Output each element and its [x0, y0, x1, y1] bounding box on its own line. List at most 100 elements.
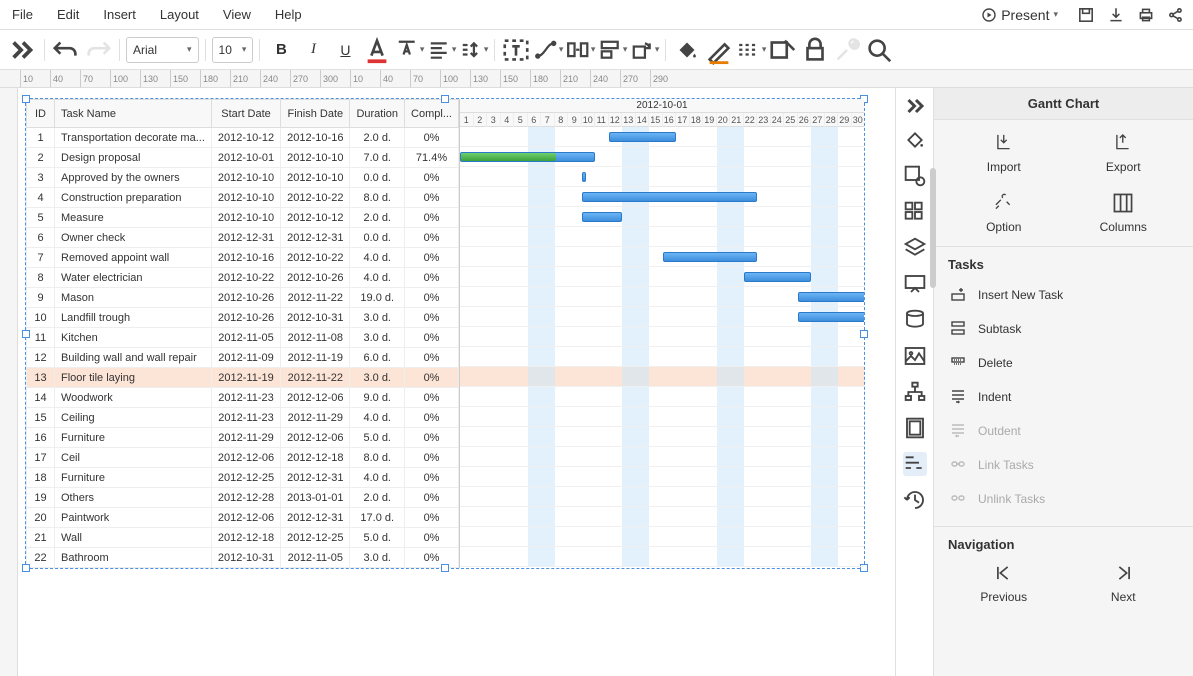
gantt-task-table[interactable]: IDTask NameStart DateFinish DateDuration… — [26, 99, 460, 568]
fill-color-button[interactable] — [672, 35, 702, 65]
canvas[interactable]: IDTask NameStart DateFinish DateDuration… — [0, 88, 895, 676]
col-header[interactable]: Task Name — [55, 100, 212, 128]
menu-help[interactable]: Help — [275, 7, 302, 22]
layers-icon[interactable] — [903, 236, 927, 260]
font-family-select[interactable]: Arial▾ — [126, 37, 199, 63]
fill-tool-icon[interactable] — [903, 128, 927, 152]
table-row[interactable]: 22Bathroom2012-10-312012-11-053.0 d.0% — [27, 548, 459, 568]
database-icon[interactable] — [903, 308, 927, 332]
gantt-row[interactable] — [460, 147, 864, 167]
italic-button[interactable]: I — [298, 35, 328, 65]
col-header[interactable]: Duration — [350, 100, 405, 128]
table-row[interactable]: 16Furniture2012-11-292012-12-065.0 d.0% — [27, 428, 459, 448]
shape-settings-icon[interactable] — [903, 164, 927, 188]
col-header[interactable]: Start Date — [211, 100, 280, 128]
gantt-bar[interactable] — [609, 132, 677, 142]
gantt-bar[interactable] — [744, 272, 812, 282]
print-icon[interactable] — [1137, 6, 1155, 24]
gantt-row[interactable] — [460, 507, 864, 527]
gantt-object[interactable]: IDTask NameStart DateFinish DateDuration… — [25, 98, 865, 569]
gantt-row[interactable] — [460, 427, 864, 447]
gantt-row[interactable] — [460, 407, 864, 427]
bold-button[interactable]: B — [266, 35, 296, 65]
page-icon[interactable] — [903, 416, 927, 440]
resize-handle[interactable] — [22, 330, 30, 338]
checkbox-tool-button[interactable] — [768, 35, 798, 65]
delete-button[interactable]: Delete — [940, 346, 1187, 380]
align-objects-button[interactable]: ▾ — [597, 35, 627, 65]
table-row[interactable]: 7Removed appoint wall2012-10-162012-10-2… — [27, 248, 459, 268]
line-color-button[interactable] — [704, 35, 734, 65]
table-row[interactable]: 9Mason2012-10-262012-11-2219.0 d.0% — [27, 288, 459, 308]
present-button[interactable]: Present ▾ — [974, 4, 1065, 26]
text-box-button[interactable] — [501, 35, 531, 65]
redo-button[interactable] — [83, 35, 113, 65]
save-icon[interactable] — [1077, 6, 1095, 24]
table-row[interactable]: 21Wall2012-12-182012-12-255.0 d.0% — [27, 528, 459, 548]
next-button[interactable]: Next — [1088, 562, 1158, 604]
text-align-button[interactable]: ▾ — [426, 35, 456, 65]
insert-new-task-button[interactable]: Insert New Task — [940, 278, 1187, 312]
table-row[interactable]: 5Measure2012-10-102012-10-122.0 d.0% — [27, 208, 459, 228]
lock-button[interactable] — [800, 35, 830, 65]
search-button[interactable] — [864, 35, 894, 65]
tools-button[interactable] — [832, 35, 862, 65]
resize-handle[interactable] — [441, 564, 449, 572]
col-header[interactable]: Compl... — [405, 100, 459, 128]
gantt-bar[interactable] — [798, 292, 865, 302]
columns-button[interactable]: Columns — [1088, 192, 1158, 234]
grid-icon[interactable] — [903, 200, 927, 224]
resize-handle[interactable] — [22, 95, 30, 103]
rotate-button[interactable]: ▾ — [629, 35, 659, 65]
side-scrollbar[interactable] — [930, 168, 936, 288]
gantt-bar[interactable] — [582, 172, 586, 182]
table-row[interactable]: 2Design proposal2012-10-012012-10-107.0 … — [27, 148, 459, 168]
line-style-button[interactable]: ▾ — [736, 35, 766, 65]
gantt-row[interactable] — [460, 527, 864, 547]
gantt-row[interactable] — [460, 347, 864, 367]
menu-layout[interactable]: Layout — [160, 7, 199, 22]
table-row[interactable]: 13Floor tile laying2012-11-192012-11-223… — [27, 368, 459, 388]
table-row[interactable]: 4Construction preparation2012-10-102012-… — [27, 188, 459, 208]
table-row[interactable]: 12Building wall and wall repair2012-11-0… — [27, 348, 459, 368]
gantt-row[interactable] — [460, 207, 864, 227]
previous-button[interactable]: Previous — [969, 562, 1039, 604]
table-row[interactable]: 8Water electrician2012-10-222012-10-264.… — [27, 268, 459, 288]
download-icon[interactable] — [1107, 6, 1125, 24]
indent-button[interactable]: Indent — [940, 380, 1187, 414]
history-icon[interactable] — [903, 488, 927, 512]
gantt-row[interactable] — [460, 267, 864, 287]
table-row[interactable]: 1Transportation decorate ma...2012-10-12… — [27, 128, 459, 148]
gantt-row[interactable] — [460, 327, 864, 347]
menu-file[interactable]: File — [12, 7, 33, 22]
gantt-bar[interactable] — [798, 312, 865, 322]
expand-toolbar-button[interactable] — [8, 35, 38, 65]
gantt-row[interactable] — [460, 447, 864, 467]
table-row[interactable]: 17Ceil2012-12-062012-12-188.0 d.0% — [27, 448, 459, 468]
line-spacing-button[interactable]: ▾ — [458, 35, 488, 65]
gantt-icon[interactable] — [903, 452, 927, 476]
resize-handle[interactable] — [441, 95, 449, 103]
table-row[interactable]: 14Woodwork2012-11-232012-12-069.0 d.0% — [27, 388, 459, 408]
expand-panel-icon[interactable] — [904, 94, 928, 118]
gantt-bar[interactable] — [582, 192, 758, 202]
gantt-row[interactable] — [460, 187, 864, 207]
gantt-bar[interactable] — [460, 152, 595, 162]
text-vertical-align-button[interactable]: ▾ — [394, 35, 424, 65]
menu-edit[interactable]: Edit — [57, 7, 79, 22]
gantt-row[interactable] — [460, 247, 864, 267]
table-row[interactable]: 15Ceiling2012-11-232012-11-294.0 d.0% — [27, 408, 459, 428]
underline-button[interactable]: U — [330, 35, 360, 65]
col-header[interactable]: ID — [27, 100, 55, 128]
connector-button[interactable]: ▾ — [533, 35, 563, 65]
gantt-row[interactable] — [460, 387, 864, 407]
table-row[interactable]: 3Approved by the owners2012-10-102012-10… — [27, 168, 459, 188]
table-row[interactable]: 19Others2012-12-282013-01-012.0 d.0% — [27, 488, 459, 508]
gantt-row[interactable] — [460, 287, 864, 307]
distribute-button[interactable]: ▾ — [565, 35, 595, 65]
export-button[interactable]: Export — [1088, 132, 1158, 174]
table-row[interactable]: 6Owner check2012-12-312012-12-310.0 d.0% — [27, 228, 459, 248]
resize-handle[interactable] — [22, 564, 30, 572]
option-button[interactable]: Option — [969, 192, 1039, 234]
gantt-row[interactable] — [460, 167, 864, 187]
